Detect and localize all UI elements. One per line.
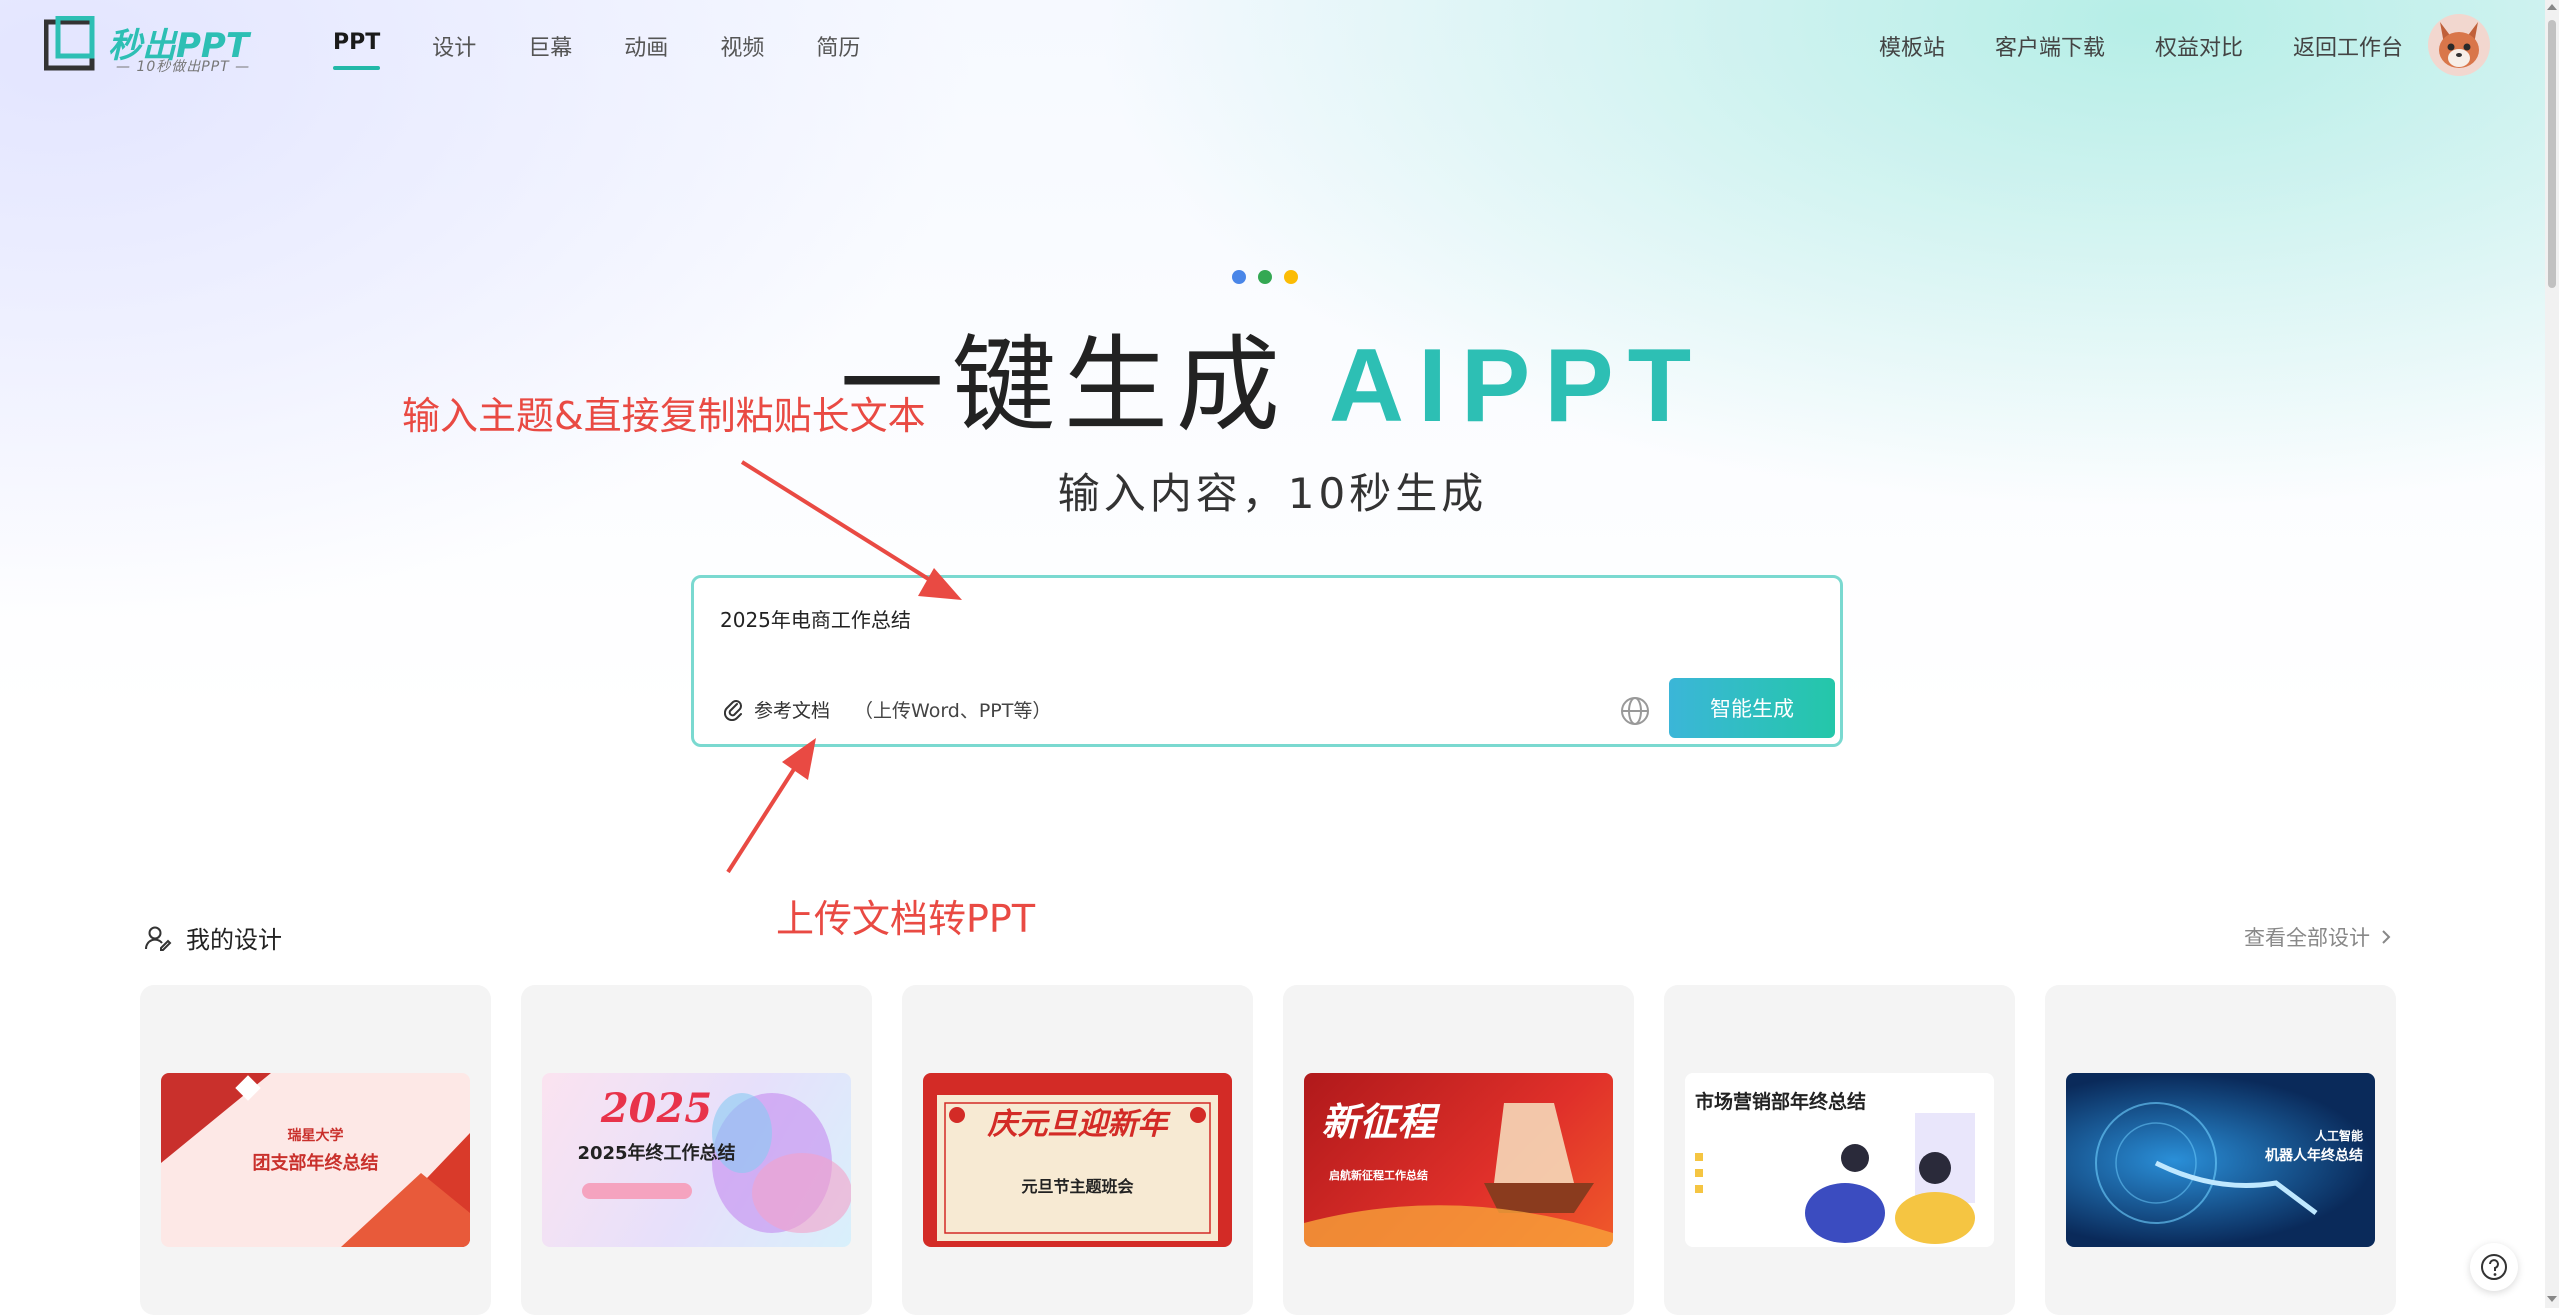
- design-title: 团支部年终总结: [252, 1153, 379, 1174]
- view-all-designs-link[interactable]: 查看全部设计: [2244, 922, 2394, 952]
- annotation-bottom: 上传文档转PPT: [776, 897, 1036, 941]
- topic-input[interactable]: 2025年电商工作总结: [720, 604, 911, 633]
- hero-title-accent: AIPPT: [1328, 328, 1706, 444]
- generate-button[interactable]: 智能生成: [1669, 678, 1835, 738]
- design-title: 市场营销部年终总结: [1695, 1091, 1867, 1113]
- design-title: 新征程: [1321, 1100, 1436, 1144]
- design-thumbnail: 市场营销部年终总结: [1685, 1073, 1994, 1247]
- yellow-dot: [1284, 270, 1298, 284]
- user-avatar[interactable]: [2428, 14, 2490, 76]
- template-site-link[interactable]: 模板站: [1879, 30, 1945, 62]
- design-card[interactable]: 瑞星大学 团支部年终总结: [140, 985, 491, 1315]
- my-designs-title: 我的设计: [186, 926, 282, 954]
- design-thumbnail: 瑞星大学 团支部年终总结: [161, 1073, 470, 1247]
- design-thumbnail: 新征程 启航新征程工作总结: [1304, 1073, 1613, 1247]
- brand-dots: [1232, 270, 1310, 284]
- chevron-right-icon: [2382, 930, 2391, 944]
- main-nav: PPT 设计 巨幕 动画 视频 简历: [333, 30, 912, 70]
- design-subtitle: 2025: [600, 1085, 713, 1132]
- brand-tagline: — 10秒做出PPT —: [116, 59, 251, 75]
- user-edit-icon: [144, 926, 172, 951]
- globe-icon[interactable]: [1619, 695, 1651, 727]
- design-title: 元旦节主题班会: [1021, 1177, 1134, 1196]
- paperclip-icon: [724, 699, 742, 721]
- nav-item-animation[interactable]: 动画: [624, 30, 668, 70]
- my-designs-header: 我的设计: [144, 920, 282, 955]
- help-button[interactable]: [2470, 1243, 2518, 1291]
- back-to-workspace-link[interactable]: 返回工作台: [2293, 30, 2403, 62]
- hero-title: 一键生成 AIPPT: [0, 300, 2545, 451]
- client-download-link[interactable]: 客户端下载: [1995, 30, 2105, 62]
- design-card[interactable]: 市场营销部年终总结: [1664, 985, 2015, 1315]
- design-title: 机器人年终总结: [2265, 1148, 2363, 1164]
- design-subtitle: 人工智能: [2314, 1129, 2363, 1143]
- design-subtitle: 庆元旦迎新年: [987, 1107, 1168, 1142]
- reference-doc-hint: （上传Word、PPT等）: [854, 700, 1052, 722]
- scrollbar-thumb[interactable]: [2548, 20, 2556, 288]
- design-subtitle: 启航新征程工作总结: [1329, 1169, 1428, 1182]
- design-card[interactable]: 新征程 启航新征程工作总结: [1283, 985, 1634, 1315]
- scroll-down-arrow-icon[interactable]: [2547, 1296, 2557, 1302]
- benefits-compare-link[interactable]: 权益对比: [2155, 30, 2243, 62]
- scroll-up-arrow-icon[interactable]: [2547, 4, 2557, 10]
- green-dot: [1258, 270, 1272, 284]
- annotation-top: 输入主题&直接复制粘贴长文本: [402, 394, 926, 438]
- brand-logo[interactable]: 秒出PPT — 10秒做出PPT —: [43, 15, 288, 76]
- reference-doc-upload[interactable]: 参考文档 （上传Word、PPT等）: [724, 696, 1051, 723]
- reference-doc-label: 参考文档: [754, 700, 831, 722]
- nav-item-design[interactable]: 设计: [432, 30, 476, 70]
- design-card[interactable]: 2025 2025年终工作总结: [521, 985, 872, 1315]
- nav-item-video[interactable]: 视频: [720, 30, 764, 70]
- hero-subtitle: 输入内容，10秒生成: [1057, 469, 1488, 518]
- topic-input-box[interactable]: 2025年电商工作总结 参考文档 （上传Word、PPT等） 智能生成: [691, 575, 1843, 747]
- right-nav: 模板站 客户端下载 权益对比 返回工作台: [1829, 30, 2403, 62]
- blue-dot: [1232, 270, 1246, 284]
- nav-item-giant-screen[interactable]: 巨幕: [528, 30, 572, 70]
- question-mark-icon: [2481, 1254, 2507, 1280]
- design-card[interactable]: 人工智能 机器人年终总结: [2045, 985, 2396, 1315]
- design-subtitle: 瑞星大学: [287, 1128, 344, 1144]
- view-all-label: 查看全部设计: [2244, 926, 2370, 950]
- design-title: 2025年终工作总结: [577, 1143, 736, 1164]
- design-card[interactable]: 庆元旦迎新年 元旦节主题班会: [902, 985, 1253, 1315]
- nav-item-ppt[interactable]: PPT: [333, 30, 381, 70]
- design-thumbnail: 人工智能 机器人年终总结: [2066, 1073, 2375, 1247]
- top-header: 秒出PPT — 10秒做出PPT — PPT 设计 巨幕 动画 视频 简历 模板…: [0, 0, 2545, 92]
- nav-item-resume[interactable]: 简历: [816, 30, 860, 70]
- design-thumbnail: 庆元旦迎新年 元旦节主题班会: [923, 1073, 1232, 1247]
- design-thumbnail: 2025 2025年终工作总结: [542, 1073, 851, 1247]
